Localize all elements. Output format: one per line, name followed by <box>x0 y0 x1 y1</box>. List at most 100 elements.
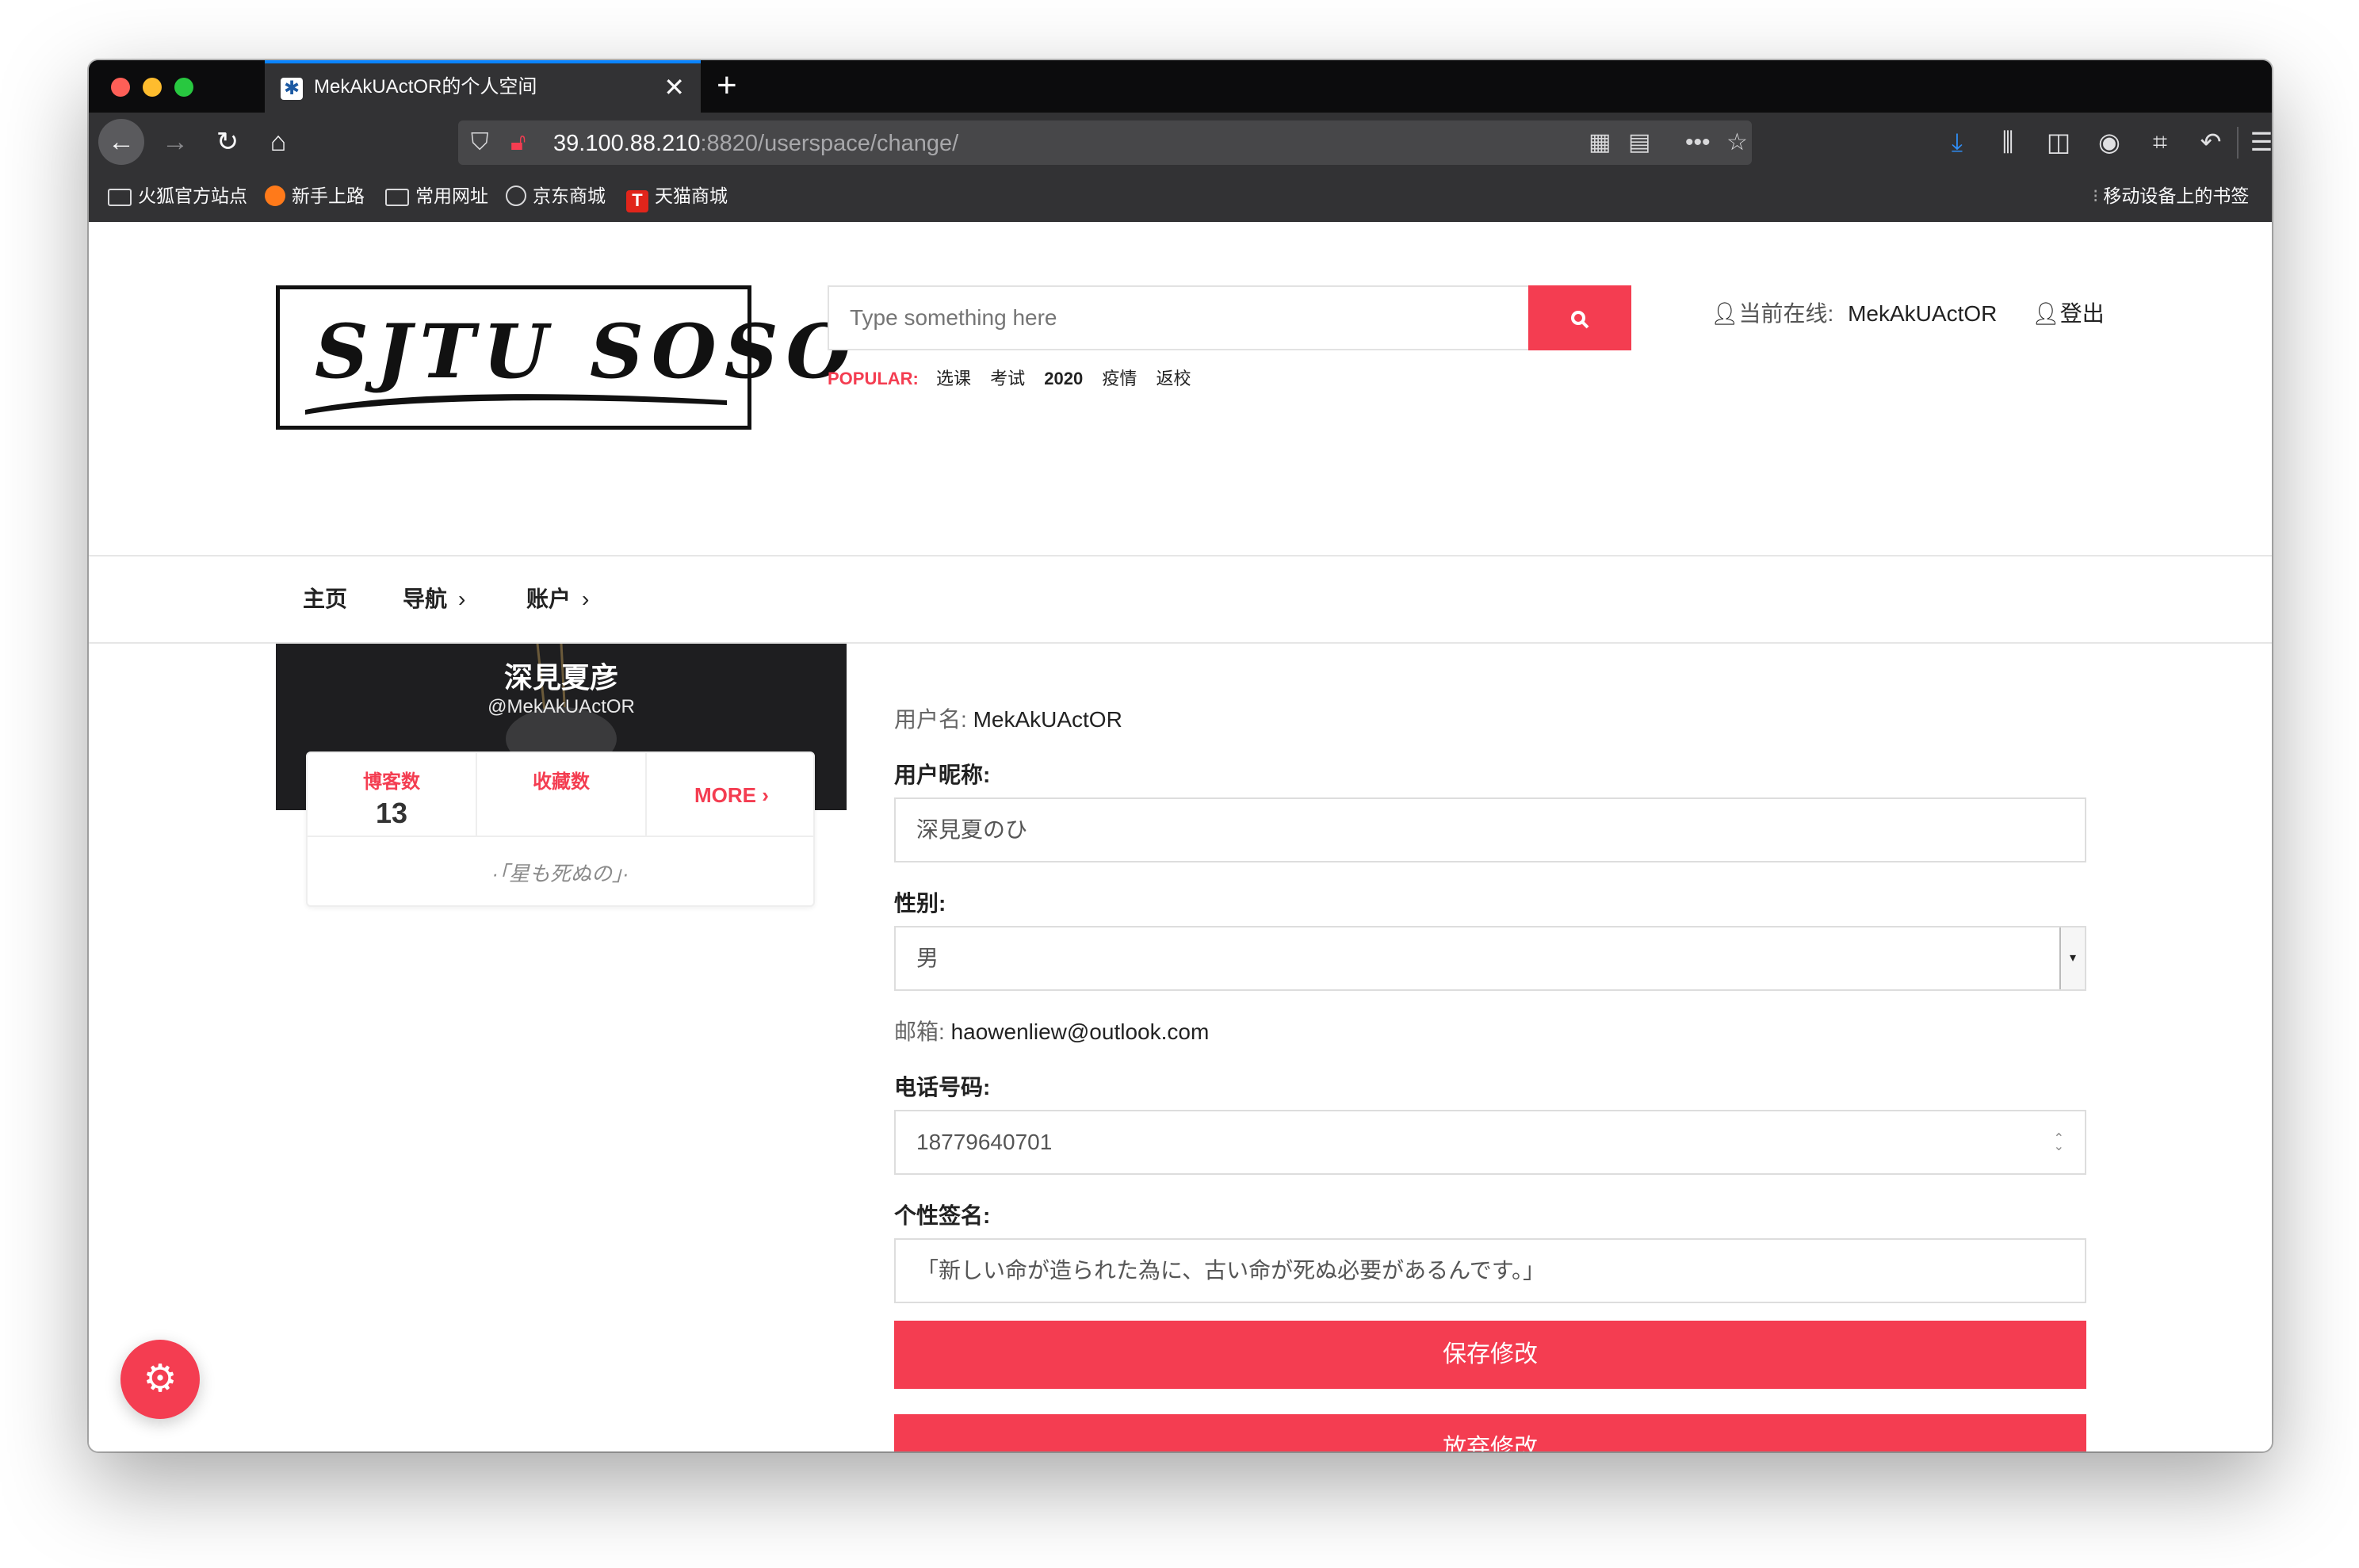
stat-blogs[interactable]: 博客数 13 <box>308 753 477 836</box>
number-spinner-icon[interactable]: ⌃ ⌄ <box>2054 1133 2064 1153</box>
phone-input[interactable]: 18779640701 ⌃ ⌄ <box>894 1110 2086 1175</box>
menu-item-home[interactable]: 主页 <box>303 585 347 614</box>
minimize-window-button[interactable] <box>143 78 162 97</box>
gender-value: 男 <box>916 946 939 970</box>
bookmark-getting-started[interactable]: 新手上路 <box>265 182 365 209</box>
more-actions-icon[interactable]: ••• <box>1685 128 1711 157</box>
folder-icon <box>108 189 132 206</box>
navigation-toolbar: ← → ↻ ⌂ ⛉ 🔓︎ 39.100.88.210:8820/userspac… <box>89 113 2272 171</box>
gender-select[interactable]: 男 ▾ <box>894 926 2086 991</box>
stat-favorites[interactable]: 收藏数 <box>477 753 647 836</box>
home-icon[interactable]: ⌂ <box>258 122 298 162</box>
screenshot-icon[interactable]: ⌗ <box>2140 122 2180 162</box>
url-text[interactable]: 39.100.88.210:8820/userspace/change/ <box>553 130 958 157</box>
gear-icon: ⚙ <box>143 1358 178 1400</box>
hamburger-menu-icon[interactable]: ☰ <box>2242 122 2272 162</box>
popular-tag[interactable]: 疫情 <box>1102 369 1137 388</box>
search-button[interactable] <box>1528 285 1631 350</box>
menu-item-account[interactable]: 账户 › <box>526 585 589 614</box>
save-button[interactable]: 保存修改 <box>894 1321 2086 1389</box>
email-label: 邮箱: <box>894 1019 945 1044</box>
close-window-button[interactable] <box>111 78 130 97</box>
page-content: SJTU SOSO POPULAR: 选课 考试 2020 疫情 返校 👤︎当前 <box>89 222 2272 1451</box>
phone-value: 18779640701 <box>916 1130 1053 1154</box>
bookmark-common-sites[interactable]: 常用网址 <box>385 182 488 209</box>
phone-label: 电话号码: <box>894 1075 991 1100</box>
popular-tag[interactable]: 2020 <box>1044 369 1083 388</box>
fullscreen-window-button[interactable] <box>174 78 193 97</box>
stat-label: 收藏数 <box>533 771 590 793</box>
popular-tag[interactable]: 考试 <box>990 369 1025 388</box>
stat-label: 博客数 <box>363 771 420 793</box>
library-icon[interactable]: ⫼ <box>1988 122 2028 162</box>
bookmark-jd[interactable]: 京东商城 <box>506 182 606 209</box>
firefox-icon <box>265 185 285 206</box>
url-bar[interactable]: ⛉ 🔓︎ 39.100.88.210:8820/userspace/change… <box>458 120 1752 165</box>
popular-label: POPULAR: <box>828 369 919 388</box>
signature-label: 个性签名: <box>894 1203 991 1228</box>
chevron-right-icon: › <box>458 587 466 611</box>
popular-tags: POPULAR: 选课 考试 2020 疫情 返校 <box>828 368 1206 390</box>
folder-icon <box>385 189 409 206</box>
profile-motto: ·「星も死ぬの」· <box>491 862 629 885</box>
nickname-input[interactable]: 深見夏のひ <box>894 797 2086 862</box>
online-username[interactable]: MekAkUActOR <box>1848 301 1997 326</box>
username-label: 用户名: <box>894 707 967 732</box>
undo-icon[interactable]: ↶ <box>2191 122 2231 162</box>
tab-title: MekAkUActOR的个人空间 <box>314 76 537 98</box>
browser-chrome: ✱ MekAkUActOR的个人空间 ✕ + ← → ↻ ⌂ ⛉ 🔓︎ 39.1… <box>89 60 2272 222</box>
tmall-icon: T <box>626 190 648 212</box>
header-divider <box>89 555 2272 556</box>
globe-icon <box>506 185 526 206</box>
search-icon <box>1571 311 1589 329</box>
back-arrow-icon[interactable]: ← <box>98 119 144 165</box>
profile-handle: @MekAkUActOR <box>487 696 635 717</box>
forward-arrow-icon[interactable]: → <box>155 122 195 162</box>
toolbar-divider <box>2237 127 2239 159</box>
site-favicon-icon: ✱ <box>281 78 303 100</box>
stat-value: 13 <box>375 797 408 829</box>
username-value: MekAkUActOR <box>973 707 1122 732</box>
search-bar <box>828 285 1631 350</box>
bookmark-firefox-official[interactable]: 火狐官方站点 <box>108 182 247 209</box>
download-icon[interactable]: ⤓ <box>1937 122 1977 162</box>
insecure-lock-icon[interactable]: 🔓︎ <box>510 128 526 157</box>
logo-swoosh <box>305 394 727 415</box>
site-logo[interactable]: SJTU SOSO <box>276 285 851 430</box>
logo-text: SJTU SOSO <box>315 308 859 396</box>
tab-bar: ✱ MekAkUActOR的个人空间 ✕ + <box>89 60 2272 113</box>
popular-tag[interactable]: 返校 <box>1157 369 1191 388</box>
email-row: 邮箱: haowenliew@outlook.com <box>894 1018 1209 1046</box>
bookmarks-toolbar: 火狐官方站点 新手上路 常用网址 京东商城 T 天猫商城 ⁝ 移动设备上的书签 <box>89 171 2272 222</box>
account-icon[interactable]: ◉ <box>2089 122 2129 162</box>
settings-gear-button[interactable]: ⚙ <box>120 1340 200 1419</box>
tab-close-icon[interactable]: ✕ <box>663 73 685 101</box>
shield-icon[interactable]: ⛉ <box>471 128 489 157</box>
user-status: 👤︎当前在线: MekAkUActOR 👤︎登出 <box>1711 300 2105 328</box>
menu-item-nav[interactable]: 导航 › <box>403 585 465 614</box>
user-icon: 👤︎ <box>1711 301 1739 326</box>
tab-active[interactable]: ✱ MekAkUActOR的个人空间 ✕ <box>265 60 701 113</box>
username-row: 用户名: MekAkUActOR <box>894 706 1122 734</box>
mobile-bookmarks-icon: ⁝ <box>2093 185 2099 206</box>
popular-tag[interactable]: 选课 <box>936 369 971 388</box>
logout-link[interactable]: 👤︎登出 <box>2032 301 2105 326</box>
search-input[interactable] <box>828 285 1530 350</box>
discard-button[interactable]: 放弃修改 <box>894 1414 2086 1451</box>
sidebar-icon[interactable]: ◫ <box>2039 122 2078 162</box>
stats-divider <box>308 836 813 837</box>
bookmark-star-icon[interactable]: ☆ <box>1726 128 1748 157</box>
new-tab-button[interactable]: + <box>717 67 737 105</box>
gender-label: 性别: <box>894 891 946 916</box>
signature-input[interactable]: 「新しい命が造られた為に、古い命が死ぬ必要があるんです。」 <box>894 1238 2086 1303</box>
qr-code-icon[interactable]: ▦ <box>1589 128 1611 157</box>
dropdown-arrow-icon[interactable]: ▾ <box>2059 927 2085 989</box>
reload-icon[interactable]: ↻ <box>208 122 247 162</box>
profile-name: 深見夏彦 <box>503 661 618 694</box>
browser-window: ✱ MekAkUActOR的个人空间 ✕ + ← → ↻ ⌂ ⛉ 🔓︎ 39.1… <box>89 60 2272 1451</box>
reader-view-icon[interactable]: ▤ <box>1628 128 1650 157</box>
nickname-label: 用户昵称: <box>894 763 991 787</box>
bookmark-tmall[interactable]: T 天猫商城 <box>626 182 728 212</box>
mobile-bookmarks[interactable]: ⁝ 移动设备上的书签 <box>2093 182 2249 209</box>
more-link[interactable]: MORE › <box>694 783 769 808</box>
